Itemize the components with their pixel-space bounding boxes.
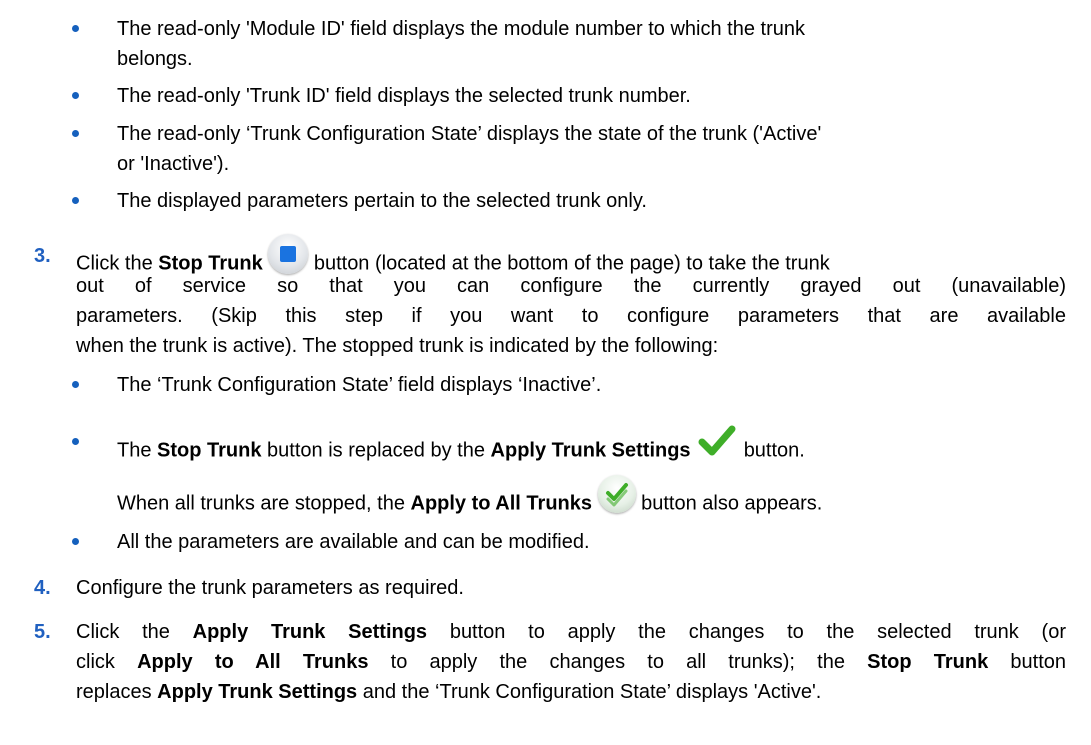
apply-to-all-trunks-icon [597, 475, 636, 513]
list-bullet [72, 538, 79, 545]
stop-trunk-icon [268, 234, 309, 274]
apply-to-all-trunks-label: Apply to All Trunks [410, 492, 593, 515]
paragraph-line: Configure the trunk parameters as requir… [76, 577, 464, 599]
paragraph-line: The read-only ‘Trunk Configuration State… [117, 123, 822, 145]
text-run: to apply the changes to all trunks); the [368, 651, 868, 673]
text-run: button. [743, 439, 805, 462]
text-run: replaces [76, 681, 158, 703]
text-run: button (located at the bottom of the pag… [313, 252, 830, 275]
paragraph-line: parameters. (Skip this step if you want … [76, 305, 1066, 327]
text-run: Click the [76, 252, 159, 275]
list-bullet [72, 25, 79, 32]
paragraph-line: The ‘Trunk Configuration State’ field di… [117, 374, 602, 396]
paragraph-line: The read-only 'Trunk ID' field displays … [117, 85, 691, 107]
list-bullet [72, 197, 79, 204]
list-bullet [72, 381, 79, 388]
apply-trunk-settings-label: Apply Trunk Settings [192, 621, 428, 643]
text-run: and the ‘Trunk Configuration State’ disp… [357, 681, 822, 703]
paragraph-line: replaces Apply Trunk Settings and the ‘T… [76, 680, 821, 704]
paragraph-line: The displayed parameters pertain to the … [117, 190, 647, 212]
text-run: click [76, 651, 138, 673]
apply-trunk-settings-icon [696, 420, 738, 462]
stop-trunk-label: Stop Trunk [867, 651, 989, 673]
step-number: 4. [34, 577, 51, 599]
text-run: When all trunks are stopped, the [117, 492, 411, 515]
paragraph-line: When all trunks are stopped, the Apply t… [117, 475, 823, 523]
paragraph-line: Click the Apply Trunk Settings button to… [76, 620, 1066, 644]
text-run: button also appears. [641, 492, 823, 515]
paragraph-line: belongs. [117, 48, 193, 70]
stop-trunk-label: Stop Trunk [158, 252, 263, 275]
paragraph-line: or 'Inactive'). [117, 153, 230, 175]
stop-trunk-label: Stop Trunk [157, 439, 262, 462]
paragraph-line: The read-only 'Module ID' field displays… [117, 18, 805, 40]
text-run: The [117, 439, 158, 462]
paragraph-line: click Apply to All Trunks to apply the c… [76, 650, 1066, 674]
apply-trunk-settings-label: Apply Trunk Settings [490, 439, 691, 462]
paragraph-line: out of service so that you can configure… [76, 275, 1066, 297]
paragraph-line: The Stop Trunk button is replaced by the… [117, 425, 805, 472]
text-run: button is replaced by the [261, 439, 491, 462]
list-bullet [72, 92, 79, 99]
paragraph-line: when the trunk is active). The stopped t… [76, 335, 719, 357]
text-run: button to apply the changes to the selec… [427, 621, 1066, 643]
paragraph-line: All the parameters are available and can… [117, 531, 590, 553]
list-bullet [72, 130, 79, 137]
text-run: button [988, 651, 1067, 673]
apply-trunk-settings-label: Apply Trunk Settings [157, 681, 358, 703]
step-number: 5. [34, 621, 51, 643]
step-number: 3. [34, 245, 51, 267]
text-run: Click the [76, 621, 193, 643]
apply-to-all-trunks-label: Apply to All Trunks [137, 651, 369, 673]
list-bullet [72, 438, 79, 445]
